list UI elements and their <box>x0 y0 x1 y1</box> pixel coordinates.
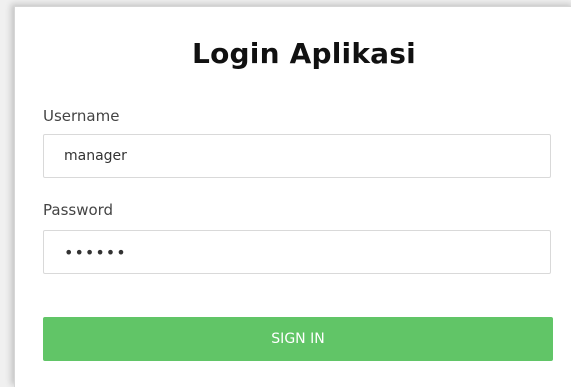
username-label: Username <box>43 107 120 125</box>
login-panel: Login Aplikasi Username Password SIGN IN <box>14 6 571 387</box>
username-input[interactable] <box>43 134 551 178</box>
sign-in-button[interactable]: SIGN IN <box>43 317 553 361</box>
password-input[interactable] <box>43 230 551 274</box>
password-label: Password <box>43 201 114 219</box>
page-title: Login Aplikasi <box>192 37 416 70</box>
